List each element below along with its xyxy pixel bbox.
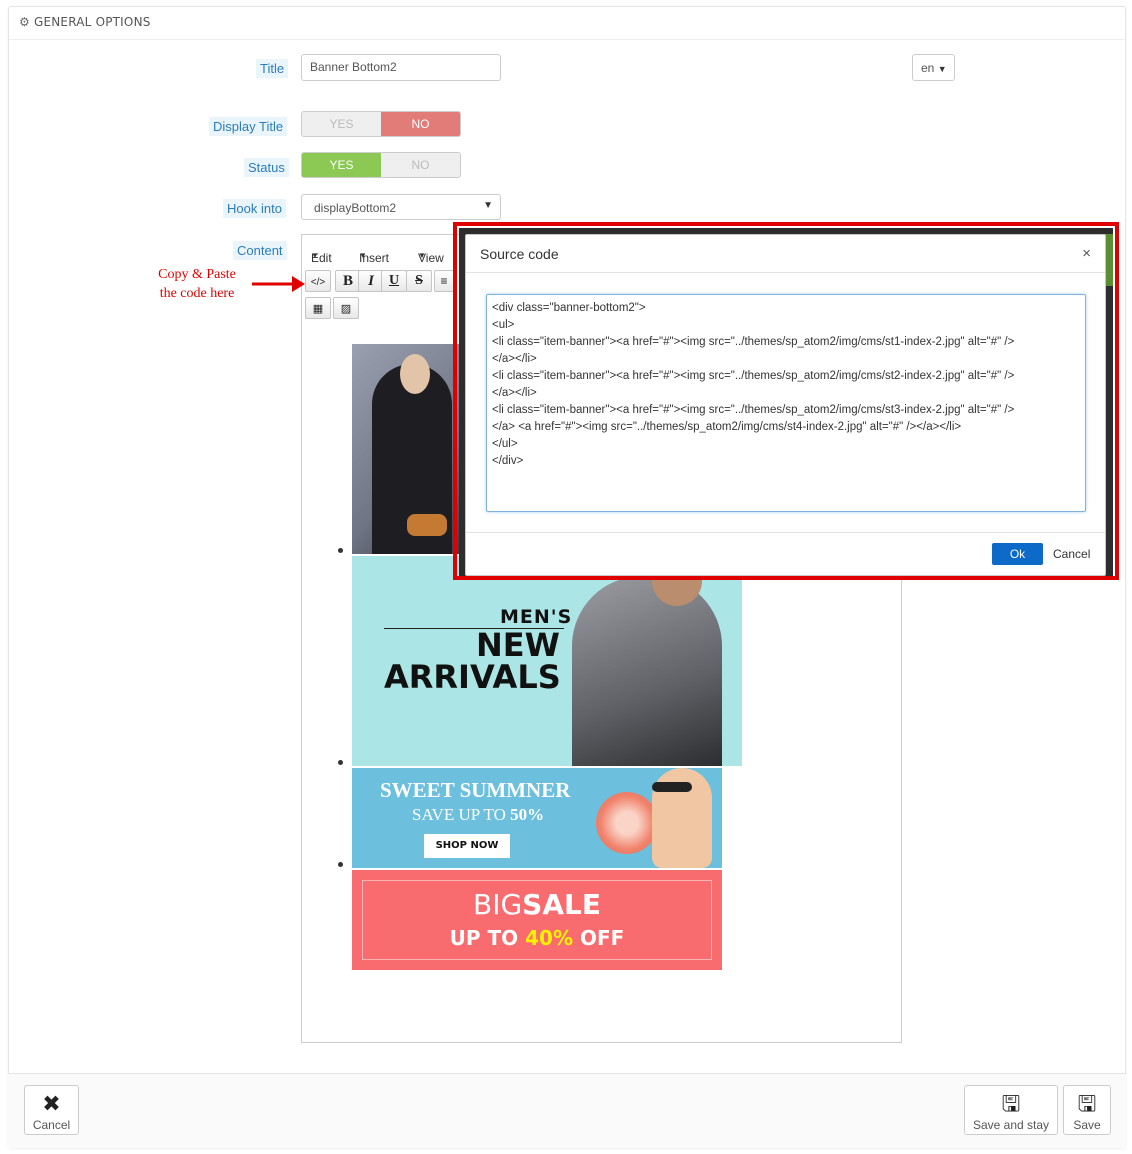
underline-icon: U — [388, 273, 400, 288]
red-arrow-icon — [252, 276, 305, 292]
dialog-footer: Ok Cancel — [466, 532, 1105, 575]
banner-3-line-1: SWEET SUMMNER — [380, 778, 571, 802]
panel-heading-text: General options — [33, 15, 151, 29]
display-title-no[interactable]: NO — [381, 112, 460, 136]
banner-image-4: BIGSALE UP TO 40% OFF — [352, 870, 722, 970]
sunglasses — [652, 782, 692, 792]
dialog-header: Source code × — [466, 235, 1105, 273]
save-label: Save — [1073, 1118, 1101, 1132]
copy-paste-annotation: Copy & Paste the code here — [148, 265, 246, 303]
underline-button[interactable]: U — [381, 270, 407, 292]
banner-3-percent: 50% — [510, 805, 545, 824]
close-icon: ✖ — [42, 1091, 61, 1116]
caret-down-icon: ▼ — [483, 200, 493, 211]
save-and-stay-button[interactable]: 🖫 Save and stay — [964, 1085, 1058, 1135]
grapefruit-image — [596, 792, 658, 854]
list-bullet — [338, 760, 343, 765]
display-title-yes[interactable]: YES — [302, 112, 381, 136]
model-glove — [407, 514, 447, 536]
hook-into-value: displayBottom2 — [314, 201, 397, 215]
banner-4-line-1: BIGSALE — [352, 888, 722, 921]
banner-3-save-text: SAVE UP TO — [412, 805, 511, 824]
source-code-textarea[interactable]: <div class="banner-bottom2"> <ul> <li cl… — [486, 294, 1086, 512]
display-title-switch[interactable]: YES NO — [301, 111, 461, 137]
banner-image-2: MEN'S NEW ARRIVALS — [352, 556, 742, 766]
annotation-line-2: the code here — [159, 286, 235, 301]
banner-4-big: BIG — [473, 888, 523, 921]
dialog-title: Source code — [480, 246, 559, 262]
annotation-line-1: Copy & Paste — [158, 267, 236, 282]
banner-3-line-2: SAVE UP TO 50% — [412, 805, 544, 825]
hook-into-label: Hook into — [223, 199, 286, 218]
shop-now-button: SHOP NOW — [424, 834, 510, 858]
insert-video-button[interactable]: ▦ — [305, 297, 331, 319]
close-icon[interactable]: × — [1082, 245, 1091, 262]
caret-down-icon: ▼ — [418, 251, 426, 260]
insert-image-button[interactable]: ▨ — [333, 297, 359, 319]
banner-4-percent: 40% — [525, 926, 574, 950]
caret-down-icon: ▼ — [937, 64, 947, 74]
banner-4-line-2: UP TO 40% OFF — [352, 926, 722, 950]
italic-icon: I — [368, 273, 374, 289]
film-icon: ▦ — [312, 303, 324, 315]
display-title-label: Display Title — [209, 117, 288, 136]
strikethrough-icon: S — [415, 273, 423, 288]
align-button[interactable]: ≡ — [434, 270, 454, 292]
save-and-stay-label: Save and stay — [972, 1118, 1050, 1132]
status-label: Status — [244, 158, 289, 177]
cancel-button[interactable]: ✖ Cancel — [24, 1085, 79, 1135]
list-bullet — [338, 862, 343, 867]
title-input[interactable]: Banner Bottom2 — [301, 54, 501, 81]
panel-footer — [8, 1073, 1126, 1148]
language-dropdown[interactable]: en ▼ — [912, 54, 955, 81]
code-icon: </> — [310, 277, 326, 288]
align-icon: ≡ — [440, 274, 448, 288]
source-code-dialog: Source code × <div class="banner-bottom2… — [465, 234, 1106, 576]
source-code-button[interactable]: </> — [305, 270, 331, 292]
banner-2-line-3: ARRIVALS — [384, 658, 561, 696]
gears-icon: ⚙ — [19, 15, 30, 29]
status-yes[interactable]: YES — [302, 153, 381, 177]
ok-button[interactable]: Ok — [992, 543, 1043, 565]
bold-icon: B — [342, 273, 353, 289]
banner-4-off: OFF — [573, 926, 625, 950]
save-icon: 🖫 — [1077, 1091, 1097, 1116]
banner-2-line-1: MEN'S — [500, 606, 573, 628]
title-label: Title — [256, 59, 289, 78]
image-icon: ▨ — [340, 303, 352, 315]
caret-down-icon: ▼ — [359, 251, 367, 260]
model-figure — [572, 576, 722, 766]
content-label: Content — [233, 241, 287, 260]
cancel-label: Cancel — [32, 1118, 71, 1132]
save-icon: 🖫 — [1001, 1091, 1021, 1116]
panel-heading: ⚙ General options — [9, 7, 1125, 40]
dialog-cancel-button[interactable]: Cancel — [1053, 547, 1090, 561]
model-face — [400, 354, 430, 394]
list-bullet — [338, 548, 343, 553]
strikethrough-button[interactable]: S — [406, 270, 432, 292]
status-no[interactable]: NO — [381, 153, 460, 177]
banner-4-up-to: UP TO — [449, 926, 526, 950]
save-button[interactable]: 🖫 Save — [1063, 1085, 1111, 1135]
hook-into-select[interactable]: displayBottom2 ▼ — [301, 194, 501, 220]
status-switch[interactable]: YES NO — [301, 152, 461, 178]
banner-4-sale: SALE — [522, 888, 601, 921]
language-value: en — [921, 61, 935, 75]
banner-image-3: SWEET SUMMNER SAVE UP TO 50% SHOP NOW — [352, 768, 722, 868]
caret-down-icon: ▼ — [311, 251, 319, 260]
banner-image-1 — [352, 344, 462, 554]
